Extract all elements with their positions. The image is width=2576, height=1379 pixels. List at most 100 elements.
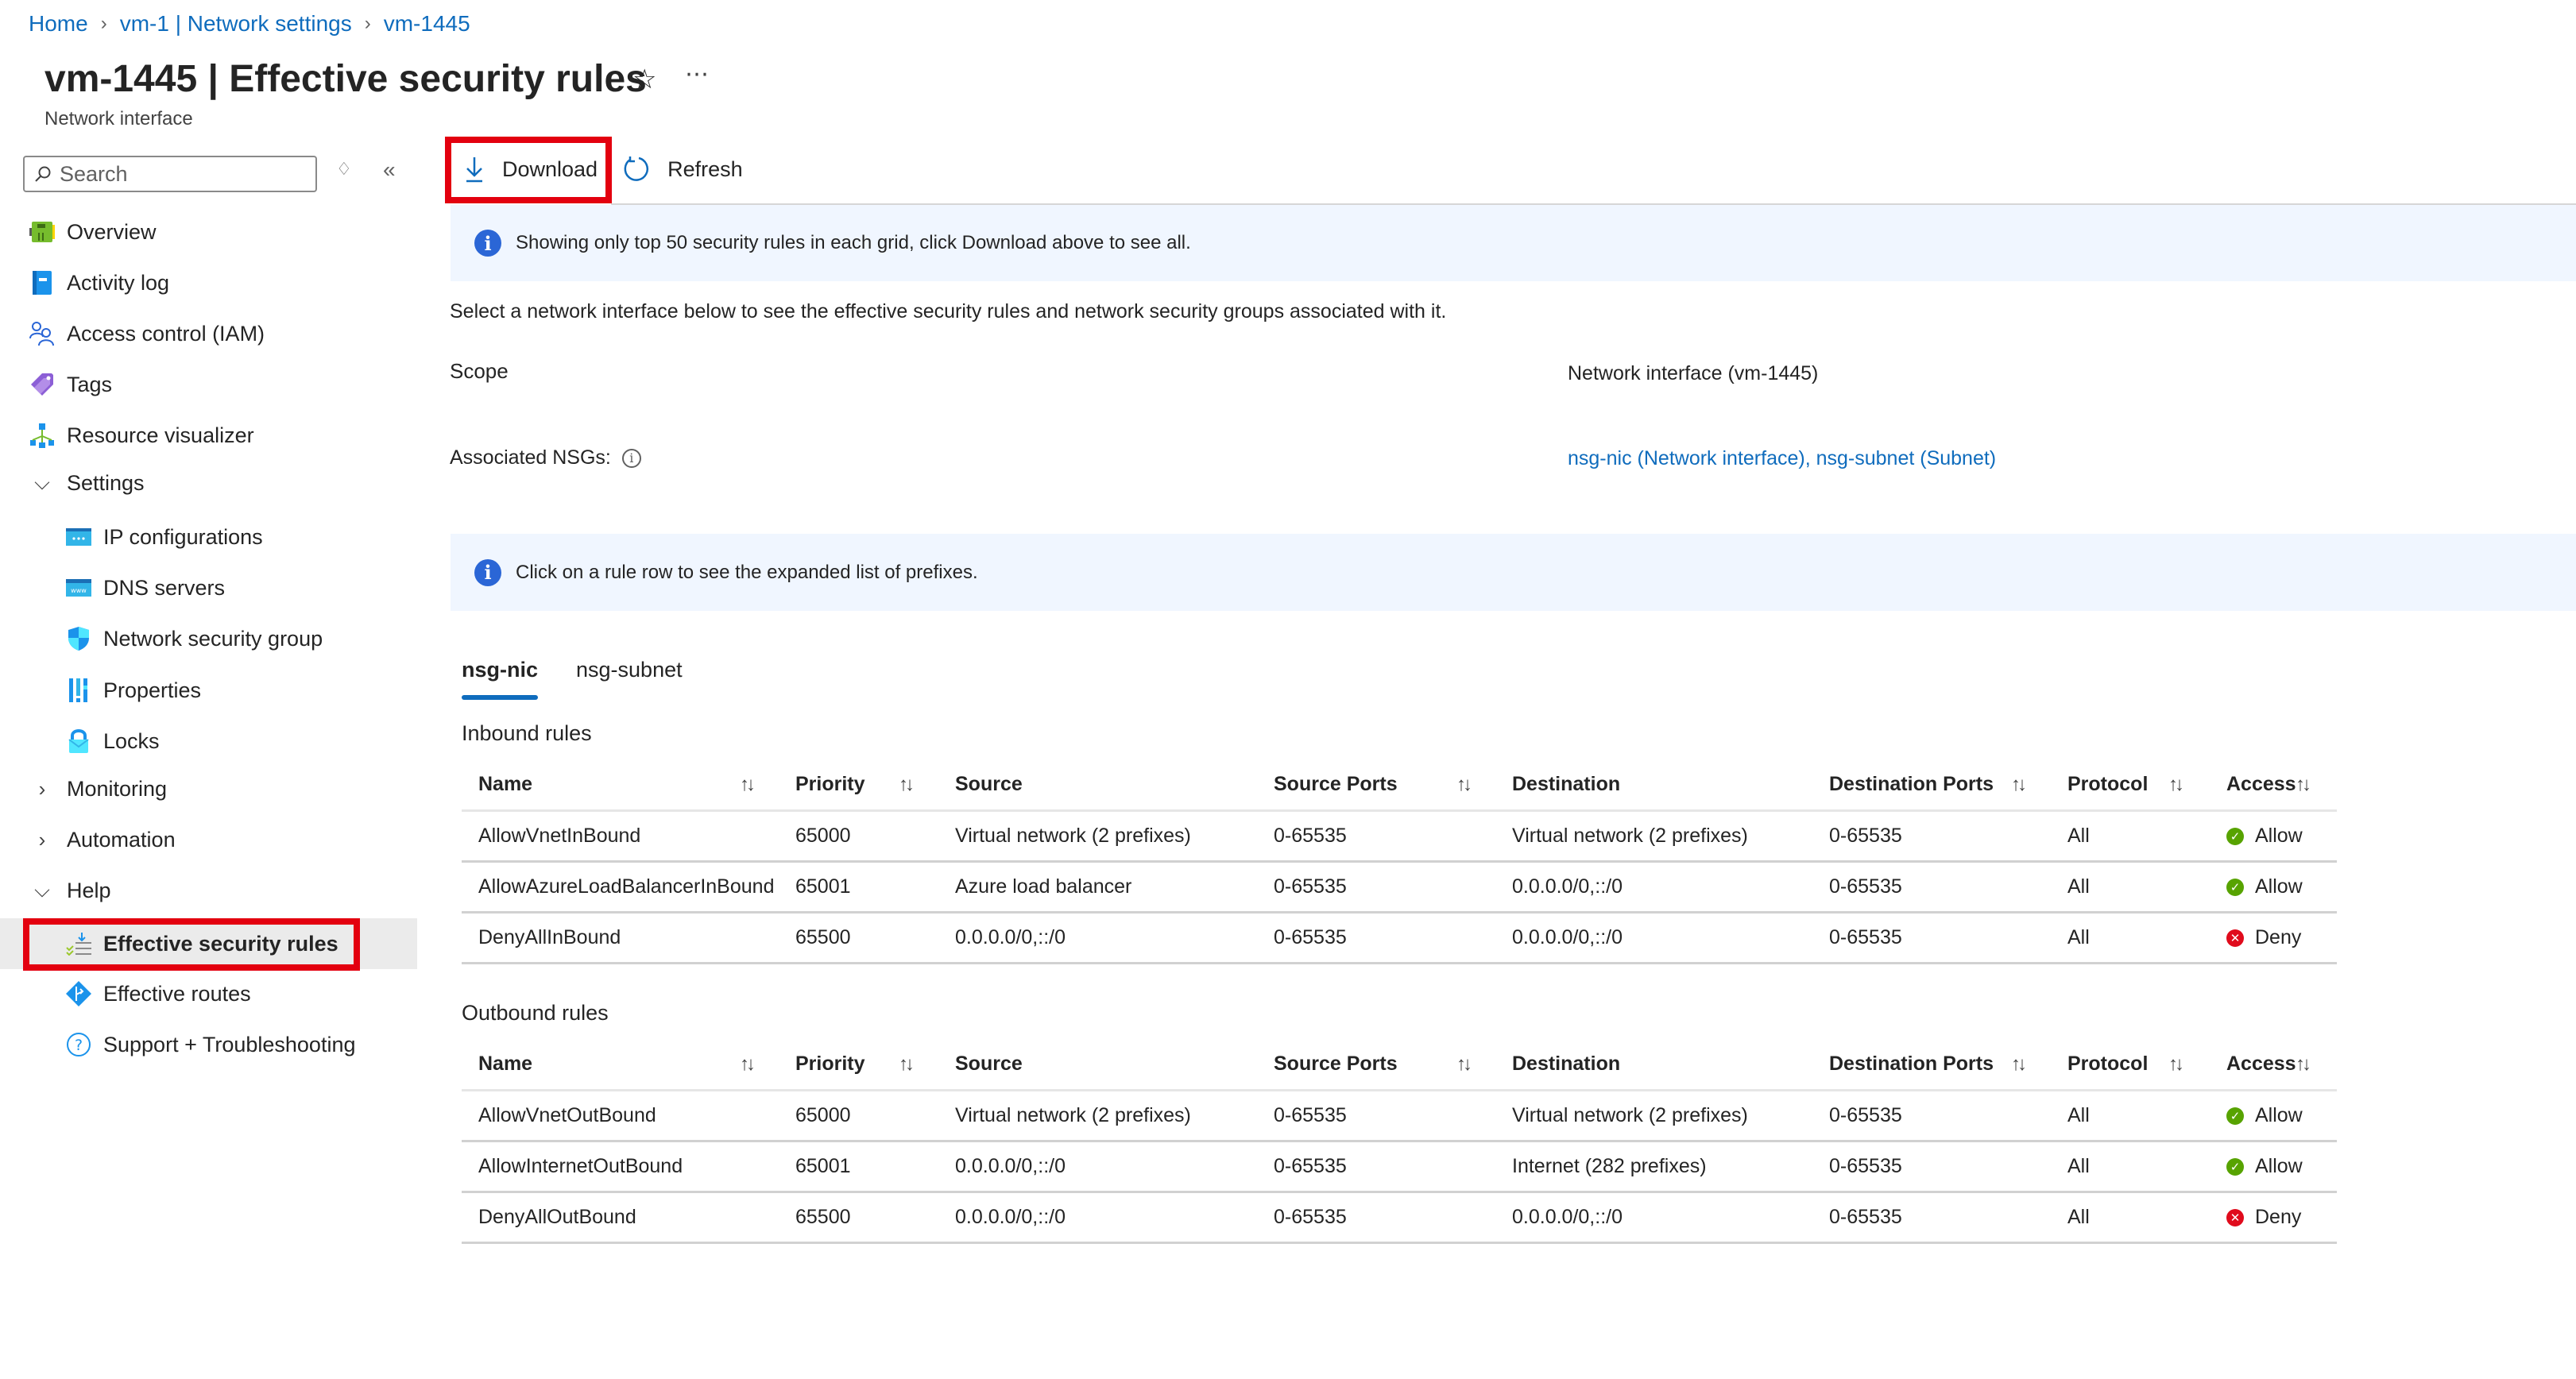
cell-destination-ports: 0-65535 <box>1829 875 1902 898</box>
info-icon: i <box>474 558 501 586</box>
sort-icon[interactable]: ↑↓ <box>899 1039 915 1089</box>
table-row[interactable]: AllowVnetOutBound 65000 Virtual network (2… <box>462 1091 2337 1142</box>
sort-icon[interactable]: ↑↓ <box>2296 759 2311 809</box>
sidebar-item-label: Properties <box>103 678 202 702</box>
column-header-destination-ports[interactable]: Destination Ports <box>1829 759 1994 809</box>
sidebar-item-resource-visualizer[interactable]: Resource visualizer <box>0 410 417 461</box>
cell-name: DenyAllOutBound <box>478 1206 636 1228</box>
sort-icon[interactable]: ↑↓ <box>740 759 756 809</box>
sidebar-item-support-troubleshooting[interactable]: ? Support + Troubleshooting <box>0 1019 417 1070</box>
access-label: Deny <box>2255 926 2302 948</box>
tab-nsg-nic[interactable]: nsg-nic <box>462 658 539 700</box>
search-icon <box>35 166 51 182</box>
column-header-priority[interactable]: Priority <box>795 759 865 809</box>
sort-icon[interactable]: ↑↓ <box>899 759 915 809</box>
properties-icon <box>65 677 92 704</box>
info-icon[interactable]: i <box>621 448 641 468</box>
table-row[interactable]: DenyAllInBound 65500 0.0.0.0/0,::/0 0-65535… <box>462 914 2337 964</box>
sidebar-item-label: DNS servers <box>103 575 226 600</box>
sidebar-item-ip-configurations[interactable]: IP configurations <box>0 512 417 562</box>
sidebar-item-label: Resource visualizer <box>67 423 254 447</box>
column-header-source: Source <box>955 1053 1023 1075</box>
breadcrumb-home[interactable]: Home <box>29 11 88 37</box>
column-header-access[interactable]: Access <box>2226 759 2296 809</box>
collapse-sidebar-icon[interactable]: « <box>383 157 396 183</box>
cell-priority: 65000 <box>795 1104 851 1126</box>
outbound-rules-title: Outbound rules <box>462 1001 609 1025</box>
column-header-source-ports[interactable]: Source Ports <box>1274 759 1398 809</box>
cell-source-ports: 0-65535 <box>1274 875 1347 898</box>
column-header-protocol[interactable]: Protocol <box>2067 1039 2148 1089</box>
breadcrumb-separator: › <box>100 13 107 34</box>
sidebar-group-automation[interactable]: › Automation <box>0 814 417 865</box>
table-row[interactable]: AllowInternetOutBound 65001 0.0.0.0/0,::/0… <box>462 1142 2337 1193</box>
column-header-name[interactable]: Name <box>478 1039 532 1089</box>
cell-access: ✓ Allow <box>2226 1142 2303 1191</box>
cell-access: ✕ Deny <box>2226 914 2301 962</box>
dns-icon: www <box>65 574 92 601</box>
associated-nsgs-link[interactable]: nsg-nic (Network interface), nsg-subnet … <box>1568 447 1996 470</box>
sidebar-item-effective-routes[interactable]: Effective routes <box>0 968 417 1019</box>
sidebar-group-settings[interactable]: ⌵ Settings <box>0 458 417 508</box>
column-header-destination-ports[interactable]: Destination Ports <box>1829 1039 1994 1089</box>
refresh-button[interactable]: Refresh <box>613 145 752 193</box>
sort-icon[interactable]: ↑↓ <box>2296 1039 2311 1089</box>
cell-priority: 65500 <box>795 926 851 948</box>
error-circle-icon: ✕ <box>2226 1208 2244 1226</box>
column-header-priority[interactable]: Priority <box>795 1039 865 1089</box>
checkmark-circle-icon: ✓ <box>2226 827 2244 845</box>
sort-icon[interactable]: ↑↓ <box>2168 1039 2184 1089</box>
shield-icon <box>65 625 92 652</box>
cell-destination: 0.0.0.0/0,::/0 <box>1512 875 1623 898</box>
sidebar-item-activity-log[interactable]: Activity log <box>0 257 417 308</box>
breadcrumb-vm-network-settings[interactable]: vm-1 | Network settings <box>120 11 352 37</box>
sidebar-search[interactable] <box>23 156 317 192</box>
sidebar-item-network-security-group[interactable]: Network security group <box>0 613 417 664</box>
nsgs-label-text: Associated NSGs: <box>450 446 611 469</box>
tab-nsg-subnet[interactable]: nsg-subnet <box>576 658 683 693</box>
access-label: Deny <box>2255 1206 2302 1228</box>
sidebar-item-locks[interactable]: Locks <box>0 716 417 767</box>
svg-text:www: www <box>71 587 87 594</box>
cell-access: ✓ Allow <box>2226 863 2303 911</box>
sort-icon[interactable]: ↑↓ <box>2011 1039 2027 1089</box>
cell-source: 0.0.0.0/0,::/0 <box>955 1155 1066 1177</box>
sidebar-item-properties[interactable]: Properties <box>0 665 417 716</box>
sidebar-item-label: Effective routes <box>103 981 251 1006</box>
breadcrumb: Home › vm-1 | Network settings › vm-1445 <box>29 11 470 37</box>
sidebar-group-monitoring[interactable]: › Monitoring <box>0 763 417 814</box>
page-title: vm-1445 | Effective security rules <box>44 57 647 101</box>
sidebar-item-tags[interactable]: Tags <box>0 359 417 410</box>
table-row[interactable]: AllowVnetInBound 65000 Virtual network (2 … <box>462 812 2337 863</box>
sort-icon[interactable]: ↑↓ <box>2011 759 2027 809</box>
sidebar-item-access-control[interactable]: Access control (IAM) <box>0 308 417 359</box>
cell-priority: 65001 <box>795 875 851 898</box>
ip-config-icon <box>65 523 92 550</box>
refresh-label: Refresh <box>667 156 743 181</box>
sort-icon[interactable]: ↑↓ <box>740 1039 756 1089</box>
banner-text: Click on a rule row to see the expanded … <box>516 561 978 583</box>
column-header-protocol[interactable]: Protocol <box>2067 759 2148 809</box>
cell-name: AllowVnetOutBound <box>478 1104 656 1126</box>
search-input[interactable] <box>60 161 298 187</box>
star-icon[interactable]: ☆ <box>632 64 656 95</box>
sidebar-item-label: Tags <box>67 372 113 396</box>
ellipsis-icon[interactable]: ⋯ <box>685 60 710 88</box>
expand-collapse-toggle-icon[interactable]: ♢ <box>336 159 352 180</box>
table-row[interactable]: AllowAzureLoadBalancerInBound 65001 Azure … <box>462 863 2337 914</box>
column-header-name[interactable]: Name <box>478 759 532 809</box>
sidebar-group-help[interactable]: ⌵ Help <box>0 865 417 916</box>
cell-protocol: All <box>2067 1104 2090 1126</box>
sidebar-item-label: Settings <box>67 470 145 495</box>
sort-icon[interactable]: ↑↓ <box>1456 759 1472 809</box>
page-name: Effective security rules <box>229 58 647 100</box>
breadcrumb-nic[interactable]: vm-1445 <box>384 11 470 37</box>
table-row[interactable]: DenyAllOutBound 65500 0.0.0.0/0,::/0 0-6553… <box>462 1193 2337 1244</box>
sort-icon[interactable]: ↑↓ <box>1456 1039 1472 1089</box>
column-header-access[interactable]: Access <box>2226 1039 2296 1089</box>
sidebar-item-dns-servers[interactable]: www DNS servers <box>0 562 417 613</box>
hierarchy-icon <box>29 422 56 449</box>
column-header-source-ports[interactable]: Source Ports <box>1274 1039 1398 1089</box>
sidebar-item-overview[interactable]: Overview <box>0 207 417 257</box>
sort-icon[interactable]: ↑↓ <box>2168 759 2184 809</box>
